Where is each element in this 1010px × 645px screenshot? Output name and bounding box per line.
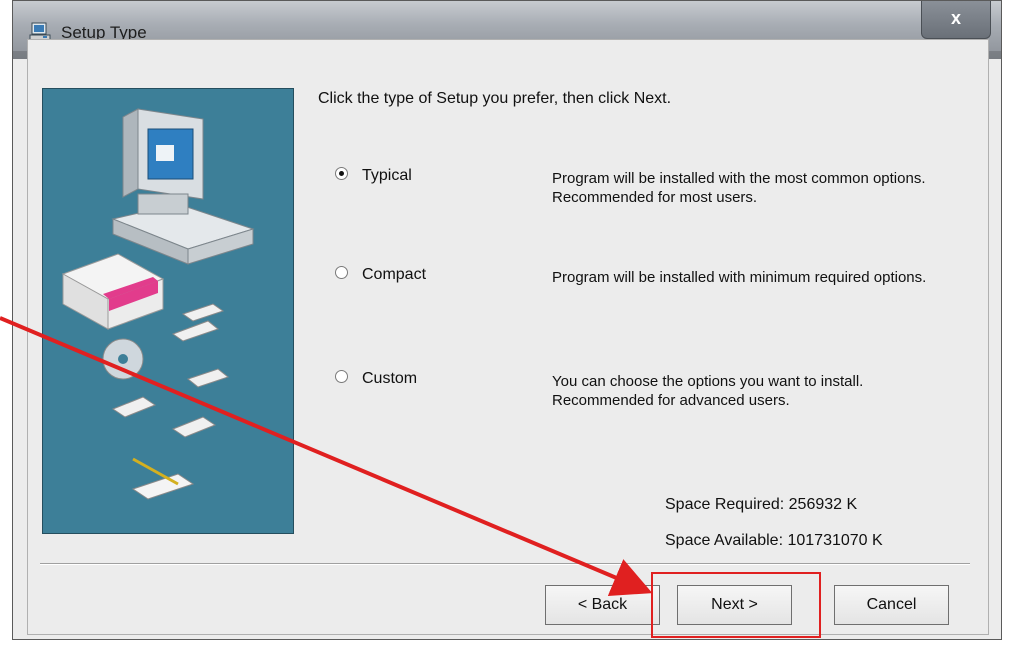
space-required-value: 256932 K	[788, 496, 858, 513]
manual-icon	[131, 457, 195, 500]
back-button[interactable]: < Back	[545, 585, 660, 625]
radio-typical[interactable]	[335, 167, 348, 180]
space-available-label: Space Available:	[665, 532, 784, 549]
space-available: Space Available: 101731070 K	[665, 532, 883, 550]
close-button[interactable]: x	[921, 1, 991, 39]
option-compact-label[interactable]: Compact	[362, 266, 426, 284]
footer-divider	[40, 563, 970, 565]
software-box-icon	[61, 253, 165, 330]
space-required: Space Required: 256932 K	[665, 496, 857, 514]
setup-illustration	[42, 88, 294, 534]
option-compact-description: Program will be installed with minimum r…	[552, 269, 927, 286]
option-typical-label[interactable]: Typical	[362, 167, 412, 185]
close-icon: x	[950, 8, 961, 28]
radio-compact[interactable]	[335, 266, 348, 279]
radio-custom[interactable]	[335, 370, 348, 383]
setup-instruction: Click the type of Setup you prefer, then…	[318, 90, 672, 107]
space-available-value: 101731070 K	[787, 532, 883, 549]
option-custom-description: You can choose the options you want to i…	[552, 373, 864, 409]
option-custom-label[interactable]: Custom	[362, 370, 417, 388]
space-required-label: Space Required:	[665, 496, 785, 513]
cancel-button[interactable]: Cancel	[834, 585, 949, 625]
next-button[interactable]: Next >	[677, 585, 792, 625]
computer-icon	[111, 108, 255, 265]
option-typical-description: Program will be installed with the most …	[552, 170, 926, 206]
